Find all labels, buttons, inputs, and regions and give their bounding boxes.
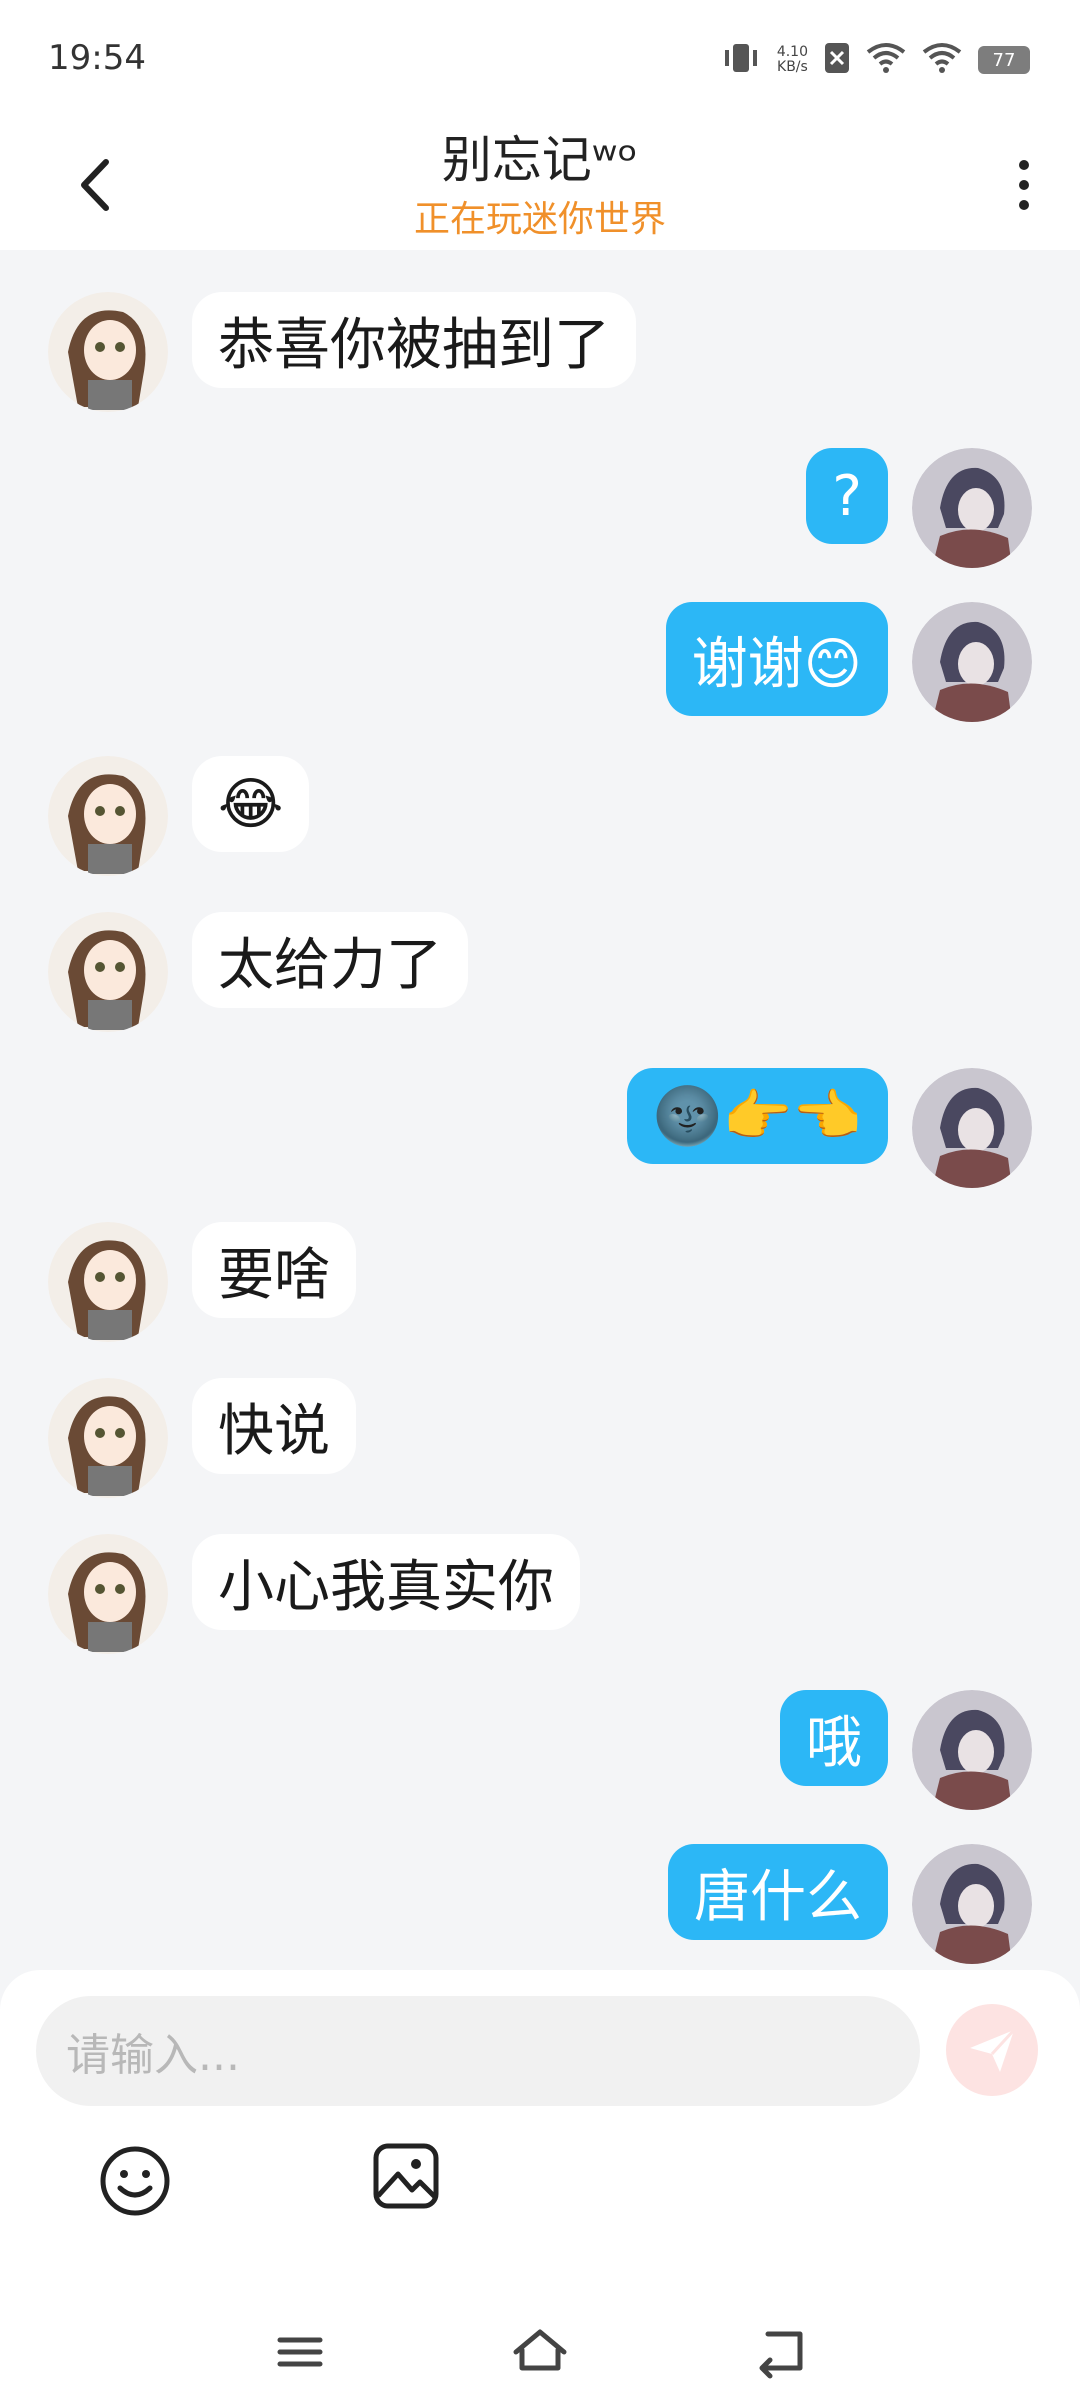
message-row: 要啥 — [0, 1222, 1080, 1352]
menu-nav-button[interactable] — [270, 2322, 330, 2382]
message-bubble[interactable]: 谢谢😊 — [665, 602, 888, 716]
status-icons: 4.10 KB/s 77 — [721, 40, 1030, 80]
message-bubble[interactable]: 唐什么 — [668, 1844, 888, 1940]
message-bubble[interactable]: 😂 — [192, 756, 310, 852]
message-row: ? — [0, 448, 1080, 578]
message-row: 恭喜你被抽到了 — [0, 292, 1080, 422]
net-speed: 4.10 KB/s — [777, 45, 808, 75]
system-nav-bar — [0, 2300, 1080, 2408]
home-nav-button[interactable] — [510, 2322, 570, 2382]
message-bubble[interactable]: 要啥 — [192, 1222, 356, 1318]
avatar[interactable] — [912, 1844, 1032, 1964]
message-row: 哦 — [0, 1690, 1080, 1820]
message-input[interactable]: 请输入... — [36, 1996, 920, 2106]
avatar[interactable] — [48, 756, 168, 876]
status-bar: 19:54 4.10 KB/s 77 — [0, 0, 1080, 120]
more-icon — [1019, 160, 1029, 210]
avatar[interactable] — [912, 448, 1032, 568]
more-button[interactable] — [1004, 150, 1044, 220]
message-row: 🌚👉👈 — [0, 1068, 1080, 1198]
message-bubble[interactable]: 快说 — [192, 1378, 356, 1474]
emoji-icon — [100, 2146, 170, 2216]
message-bubble[interactable]: 小心我真实你 — [192, 1534, 580, 1630]
avatar[interactable] — [48, 292, 168, 412]
avatar[interactable] — [912, 1690, 1032, 1810]
emoji-button[interactable] — [96, 2142, 174, 2220]
avatar[interactable] — [48, 1534, 168, 1654]
image-icon — [373, 2143, 439, 2209]
message-row: 太给力了 — [0, 912, 1080, 1042]
message-bubble[interactable]: 哦 — [780, 1690, 888, 1786]
message-bubble[interactable]: 🌚👉👈 — [626, 1068, 888, 1164]
message-row: 😂 — [0, 756, 1080, 886]
message-bubble[interactable]: 太给力了 — [192, 912, 468, 1008]
chat-subtitle: 正在玩迷你世界 — [413, 199, 666, 240]
message-row: 小心我真实你 — [0, 1534, 1080, 1664]
status-time: 19:54 — [48, 38, 146, 78]
message-row: 谢谢😊 — [0, 602, 1080, 732]
image-button[interactable] — [368, 2138, 444, 2214]
wifi-icon-2 — [922, 42, 962, 78]
send-button[interactable] — [946, 2004, 1038, 2096]
avatar[interactable] — [912, 1068, 1032, 1188]
vibrate-icon — [721, 40, 761, 80]
message-list[interactable]: 恭喜你被抽到了 ? 谢谢😊 😂 太给力了 🌚👉👈 要啥 快说 小心我真实你 哦 … — [0, 250, 1080, 1970]
net-speed-unit: KB/s — [777, 59, 808, 75]
net-speed-value: 4.10 — [776, 44, 808, 60]
home-icon — [513, 2329, 567, 2371]
message-row: 快说 — [0, 1378, 1080, 1508]
send-icon — [970, 2028, 1016, 2072]
chat-title: 别忘记ʷᵒ — [441, 131, 639, 189]
message-bubble[interactable]: 恭喜你被抽到了 — [192, 292, 636, 388]
sim-icon — [824, 42, 850, 78]
avatar[interactable] — [48, 1222, 168, 1342]
message-bubble[interactable]: ? — [806, 448, 888, 544]
title-area: 别忘记ʷᵒ 正在玩迷你世界 — [0, 120, 1080, 242]
battery-indicator: 77 — [978, 46, 1030, 74]
wifi-icon — [866, 42, 906, 78]
avatar[interactable] — [48, 912, 168, 1032]
avatar[interactable] — [48, 1378, 168, 1498]
back-nav-icon — [759, 2331, 803, 2379]
menu-icon — [277, 2337, 323, 2367]
message-row: 唐什么 — [0, 1844, 1080, 1974]
chat-header: 别忘记ʷᵒ 正在玩迷你世界 — [0, 120, 1080, 250]
back-nav-button[interactable] — [752, 2322, 812, 2382]
avatar[interactable] — [912, 602, 1032, 722]
